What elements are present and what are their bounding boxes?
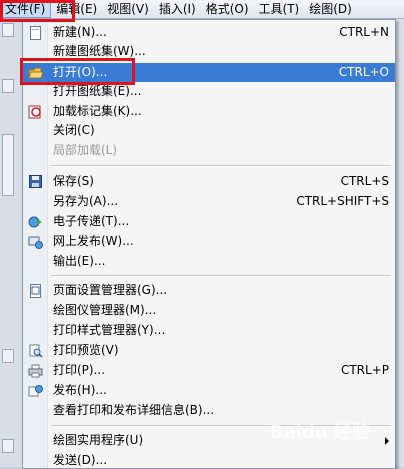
collapse-button[interactable] xyxy=(2,79,14,93)
menu-item-label: 保存(S) xyxy=(53,174,94,188)
app-toolbar-left xyxy=(0,19,23,467)
file-dropdown-menu: 新建(N)... CTRL+N 新建图纸集(W)... 打开(O)... CTR… xyxy=(22,19,396,469)
menu-item-label: 打印样式管理器(Y)... xyxy=(53,323,166,337)
menu-item-drawing-utilities[interactable]: 绘图实用程序(U) xyxy=(23,431,395,450)
menu-item-label: 加载标记集(K)... xyxy=(53,104,142,118)
menu-edit[interactable]: 编辑(E) xyxy=(51,0,102,18)
menu-item-page-setup[interactable]: 页面设置管理器(G)... xyxy=(23,281,395,300)
menu-item-label: 查看打印和发布详细信息(B)... xyxy=(53,403,215,417)
menu-item-open[interactable]: 打开(O)... CTRL+O xyxy=(23,63,395,82)
menu-item-print[interactable]: 打印(P)... CTRL+P xyxy=(23,361,395,380)
shortcut-label: CTRL+O xyxy=(338,65,389,79)
menu-item-label: 新建(N)... xyxy=(53,25,107,39)
menu-item-etransmit[interactable]: 电子传递(T)... xyxy=(23,212,395,231)
menu-separator xyxy=(51,165,391,167)
menu-item-label: 绘图仪管理器(M)... xyxy=(53,303,157,317)
menu-item-label: 打开(O)... xyxy=(53,65,108,79)
open-folder-icon xyxy=(28,65,43,80)
menu-item-new-sheet-set[interactable]: 新建图纸集(W)... xyxy=(23,42,395,61)
menu-item-plot-style-manager[interactable]: 打印样式管理器(Y)... xyxy=(23,321,395,340)
menu-item-new[interactable]: 新建(N)... CTRL+N xyxy=(23,23,395,42)
menu-item-open-sheet-set[interactable]: 打开图纸集(E)... xyxy=(23,82,395,101)
page-setup-icon xyxy=(28,283,43,298)
menu-item-label: 新建图纸集(W)... xyxy=(53,44,146,58)
menu-item-close[interactable]: 关闭(C) xyxy=(23,121,395,140)
menu-item-label: 绘图实用程序(U) xyxy=(53,433,144,447)
print-preview-icon xyxy=(28,343,43,358)
print-icon xyxy=(28,363,43,378)
menu-item-label: 打开图纸集(E)... xyxy=(53,84,142,98)
shortcut-label: CTRL+N xyxy=(339,25,389,39)
menu-item-label: 网上发布(W)... xyxy=(53,234,134,248)
menu-item-label: 页面设置管理器(G)... xyxy=(53,283,168,297)
scroll-down-button[interactable] xyxy=(2,349,14,363)
menu-item-label: 关闭(C) xyxy=(53,123,95,137)
menu-item-label: 打印(P)... xyxy=(53,363,106,377)
etransmit-icon xyxy=(28,214,43,229)
menu-item-partial-load: 局部加载(L) xyxy=(23,141,395,160)
markup-icon xyxy=(28,104,43,119)
menu-item-publish[interactable]: 发布(H)... xyxy=(23,381,395,400)
menu-item-print-preview[interactable]: 打印预览(V) xyxy=(23,341,395,360)
menu-item-label: 打印预览(V) xyxy=(53,343,119,357)
menu-item-export[interactable]: 输出(E)... xyxy=(23,252,395,271)
menu-item-plotter-manager[interactable]: 绘图仪管理器(M)... xyxy=(23,301,395,320)
collapse-button-bottom[interactable] xyxy=(2,439,14,453)
new-file-icon xyxy=(28,25,43,40)
menu-separator xyxy=(51,425,391,427)
menu-item-plot-details[interactable]: 查看打印和发布详细信息(B)... xyxy=(23,401,395,420)
menu-insert[interactable]: 插入(I) xyxy=(154,0,201,18)
shortcut-label: CTRL+P xyxy=(340,363,389,377)
shortcut-label: CTRL+S xyxy=(340,174,389,188)
menu-item-label: 发送(D)... xyxy=(53,453,108,467)
menu-item-save-as[interactable]: 另存为(A)... CTRL+SHIFT+S xyxy=(23,192,395,211)
menu-item-label: 输出(E)... xyxy=(53,254,106,268)
menu-item-publish-web[interactable]: 网上发布(W)... xyxy=(23,232,395,251)
submenu-arrow-icon xyxy=(385,437,389,445)
menu-format[interactable]: 格式(O) xyxy=(201,0,254,18)
menu-item-save[interactable]: 保存(S) CTRL+S xyxy=(23,172,395,191)
menu-bar: 文件(F) 编辑(E) 视图(V) 插入(I) 格式(O) 工具(T) 绘图(D… xyxy=(0,0,404,19)
menu-item-label: 局部加载(L) xyxy=(53,143,118,157)
menu-file[interactable]: 文件(F) xyxy=(0,0,52,18)
save-icon xyxy=(28,174,43,189)
menu-item-label: 发布(H)... xyxy=(53,383,107,397)
menu-draw[interactable]: 绘图(D) xyxy=(304,0,357,18)
menu-item-label: 另存为(A)... xyxy=(53,194,119,208)
app-right-edge xyxy=(395,19,404,467)
menu-item-label: 电子传递(T)... xyxy=(53,214,130,228)
toolbar-strip xyxy=(2,23,14,37)
menu-tools[interactable]: 工具(T) xyxy=(254,0,305,18)
menu-view[interactable]: 视图(V) xyxy=(102,0,154,18)
shortcut-label: CTRL+SHIFT+S xyxy=(296,194,389,208)
publish-icon xyxy=(28,383,43,398)
menu-item-send[interactable]: 发送(D)... xyxy=(23,451,395,468)
menu-separator xyxy=(51,275,391,277)
panel-scrollbar[interactable] xyxy=(2,134,14,196)
menu-item-load-markup[interactable]: 加载标记集(K)... xyxy=(23,102,395,121)
publish-web-icon xyxy=(28,234,43,249)
